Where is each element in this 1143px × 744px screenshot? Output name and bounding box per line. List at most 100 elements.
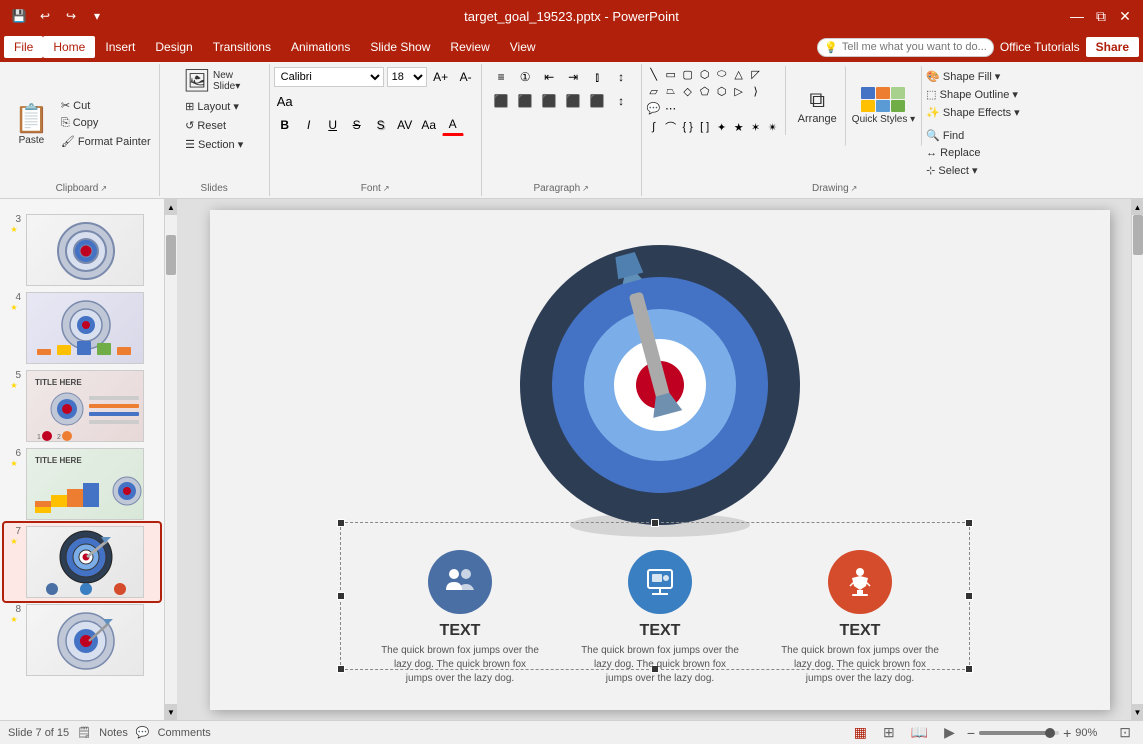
- slide-thumb-8[interactable]: 8 ★: [4, 601, 160, 679]
- slide-thumb-3[interactable]: 3 ★: [4, 211, 160, 289]
- clear-format-btn[interactable]: Aa: [274, 90, 296, 112]
- canvas-scroll-thumb[interactable]: [1133, 215, 1143, 255]
- canvas-scroll-track[interactable]: [1132, 215, 1143, 704]
- char-spacing-btn[interactable]: AV: [394, 114, 416, 136]
- scroll-track[interactable]: [165, 215, 177, 704]
- zoom-handle[interactable]: [1045, 728, 1055, 738]
- copy-button[interactable]: ⎘ Copy: [57, 115, 155, 132]
- slide-thumb-6[interactable]: 6 ★ TITLE HERE: [4, 445, 160, 523]
- save-quick-btn[interactable]: 💾: [8, 5, 30, 27]
- shape-pentagon[interactable]: ⬠: [697, 83, 713, 99]
- text-case-btn[interactable]: Aa: [418, 114, 440, 136]
- shape-line[interactable]: ╲: [646, 66, 662, 82]
- shape-arrow[interactable]: ▷: [731, 83, 747, 99]
- shape-star4[interactable]: ✦: [714, 119, 730, 135]
- shape-hexagon[interactable]: ⬡: [714, 83, 730, 99]
- comments-label[interactable]: Comments: [158, 727, 211, 739]
- cut-button[interactable]: ✂ Cut: [57, 97, 155, 114]
- slide-canvas[interactable]: TEXT The quick brown fox jumps over the …: [210, 210, 1110, 710]
- canvas-scroll-up[interactable]: ▲: [1132, 199, 1143, 215]
- scroll-thumb[interactable]: [166, 235, 176, 275]
- normal-view-btn[interactable]: ▦: [850, 723, 871, 742]
- align-center-btn[interactable]: ⬛: [514, 90, 536, 112]
- shape-bracket[interactable]: { }: [680, 119, 696, 135]
- fit-window-btn[interactable]: ⊡: [1115, 723, 1135, 742]
- zoom-out-icon[interactable]: −: [967, 725, 975, 741]
- paste-button[interactable]: 📋 Paste: [8, 100, 55, 148]
- scroll-up-btn[interactable]: ▲: [165, 199, 177, 215]
- shadow-btn[interactable]: S: [370, 114, 392, 136]
- reading-view-btn[interactable]: 📖: [907, 723, 932, 742]
- shape-chevron[interactable]: ⟩: [748, 83, 764, 99]
- quick-styles-button[interactable]: Quick Styles ▾: [846, 66, 922, 146]
- slideshow-btn[interactable]: ▶: [940, 723, 959, 742]
- shape-star6[interactable]: ✶: [748, 119, 764, 135]
- slide-panel[interactable]: 3 ★ 4 ★: [0, 199, 165, 720]
- italic-btn[interactable]: I: [298, 114, 320, 136]
- customize-quick-btn[interactable]: ▾: [86, 5, 108, 27]
- bold-btn[interactable]: B: [274, 114, 296, 136]
- font-expand-icon[interactable]: ↗: [383, 184, 390, 193]
- strikethrough-btn[interactable]: S: [346, 114, 368, 136]
- line-spacing-btn[interactable]: ↕: [610, 90, 632, 112]
- shape-outline-button[interactable]: ⬚ Shape Outline ▾: [922, 86, 1024, 103]
- menu-file[interactable]: File: [4, 36, 43, 58]
- shape-fill-button[interactable]: 🎨 Shape Fill ▾: [922, 68, 1024, 85]
- replace-button[interactable]: ↔ Replace: [922, 145, 1024, 161]
- office-tutorials-link[interactable]: Office Tutorials: [1000, 40, 1080, 54]
- menu-animations[interactable]: Animations: [281, 36, 360, 58]
- clipboard-expand-icon[interactable]: ↗: [100, 184, 107, 193]
- text-direction-btn[interactable]: ↕: [610, 66, 632, 88]
- drawing-expand-icon[interactable]: ↗: [851, 184, 858, 193]
- format-painter-button[interactable]: 🖌 Format Painter: [57, 133, 155, 150]
- increase-indent-btn[interactable]: ⇥: [562, 66, 584, 88]
- shape-trapezoid[interactable]: ⏢: [663, 83, 679, 99]
- select-button[interactable]: ⊹ Select ▾: [922, 162, 1024, 179]
- slide-sorter-btn[interactable]: ⊞: [879, 723, 899, 742]
- underline-btn[interactable]: U: [322, 114, 344, 136]
- menu-home[interactable]: Home: [43, 36, 95, 58]
- shape-oval[interactable]: ⬭: [714, 66, 730, 82]
- shape-star5[interactable]: ★: [731, 119, 747, 135]
- canvas-scroll-down[interactable]: ▼: [1132, 704, 1143, 720]
- font-family-select[interactable]: Calibri: [274, 67, 384, 87]
- redo-quick-btn[interactable]: ↪: [60, 5, 82, 27]
- shape-arc[interactable]: ⌒: [663, 119, 679, 135]
- layout-button[interactable]: ⊞ Layout ▾: [181, 98, 243, 115]
- font-color-btn[interactable]: A: [442, 114, 464, 136]
- shape-star8[interactable]: ✴: [765, 119, 781, 135]
- menu-view[interactable]: View: [500, 36, 546, 58]
- shape-brace[interactable]: [ ]: [697, 119, 713, 135]
- font-size-select[interactable]: 18: [387, 67, 427, 87]
- zoom-in-icon[interactable]: +: [1063, 725, 1071, 741]
- shape-diamond[interactable]: ◇: [680, 83, 696, 99]
- menu-slideshow[interactable]: Slide Show: [360, 36, 440, 58]
- shape-more[interactable]: ⋯: [663, 100, 679, 116]
- close-btn[interactable]: ✕: [1115, 6, 1135, 26]
- notes-label[interactable]: Notes: [99, 727, 128, 739]
- canvas-vscrollbar[interactable]: ▲ ▼: [1131, 199, 1143, 720]
- paragraph-expand-icon[interactable]: ↗: [582, 184, 589, 193]
- undo-quick-btn[interactable]: ↩: [34, 5, 56, 27]
- menu-design[interactable]: Design: [145, 36, 202, 58]
- shape-curve[interactable]: ∫: [646, 119, 662, 135]
- slide-panel-scrollbar[interactable]: ▲ ▼: [165, 199, 177, 720]
- align-left-btn[interactable]: ⬛: [490, 90, 512, 112]
- numbering-btn[interactable]: ①: [514, 66, 536, 88]
- shape-callout[interactable]: 💬: [646, 100, 662, 116]
- shape-rounded-rect[interactable]: ▢: [680, 66, 696, 82]
- slide-thumb-7[interactable]: 7 ★: [4, 523, 160, 601]
- decrease-indent-btn[interactable]: ⇤: [538, 66, 560, 88]
- scroll-down-btn[interactable]: ▼: [165, 704, 177, 720]
- shape-right-triangle[interactable]: ◸: [748, 66, 764, 82]
- decrease-font-btn[interactable]: A-: [455, 66, 477, 88]
- justify-btn[interactable]: ⬛: [562, 90, 584, 112]
- align-right-btn[interactable]: ⬛: [538, 90, 560, 112]
- new-slide-button[interactable]: 🖼 NewSlide▾: [181, 66, 242, 96]
- shape-parallelogram[interactable]: ▱: [646, 83, 662, 99]
- restore-btn[interactable]: ⧉: [1091, 6, 1111, 26]
- menu-transitions[interactable]: Transitions: [203, 36, 281, 58]
- increase-font-btn[interactable]: A+: [430, 66, 452, 88]
- shape-isosceles-triangle[interactable]: △: [731, 66, 747, 82]
- section-button[interactable]: ☰ Section ▾: [181, 136, 247, 153]
